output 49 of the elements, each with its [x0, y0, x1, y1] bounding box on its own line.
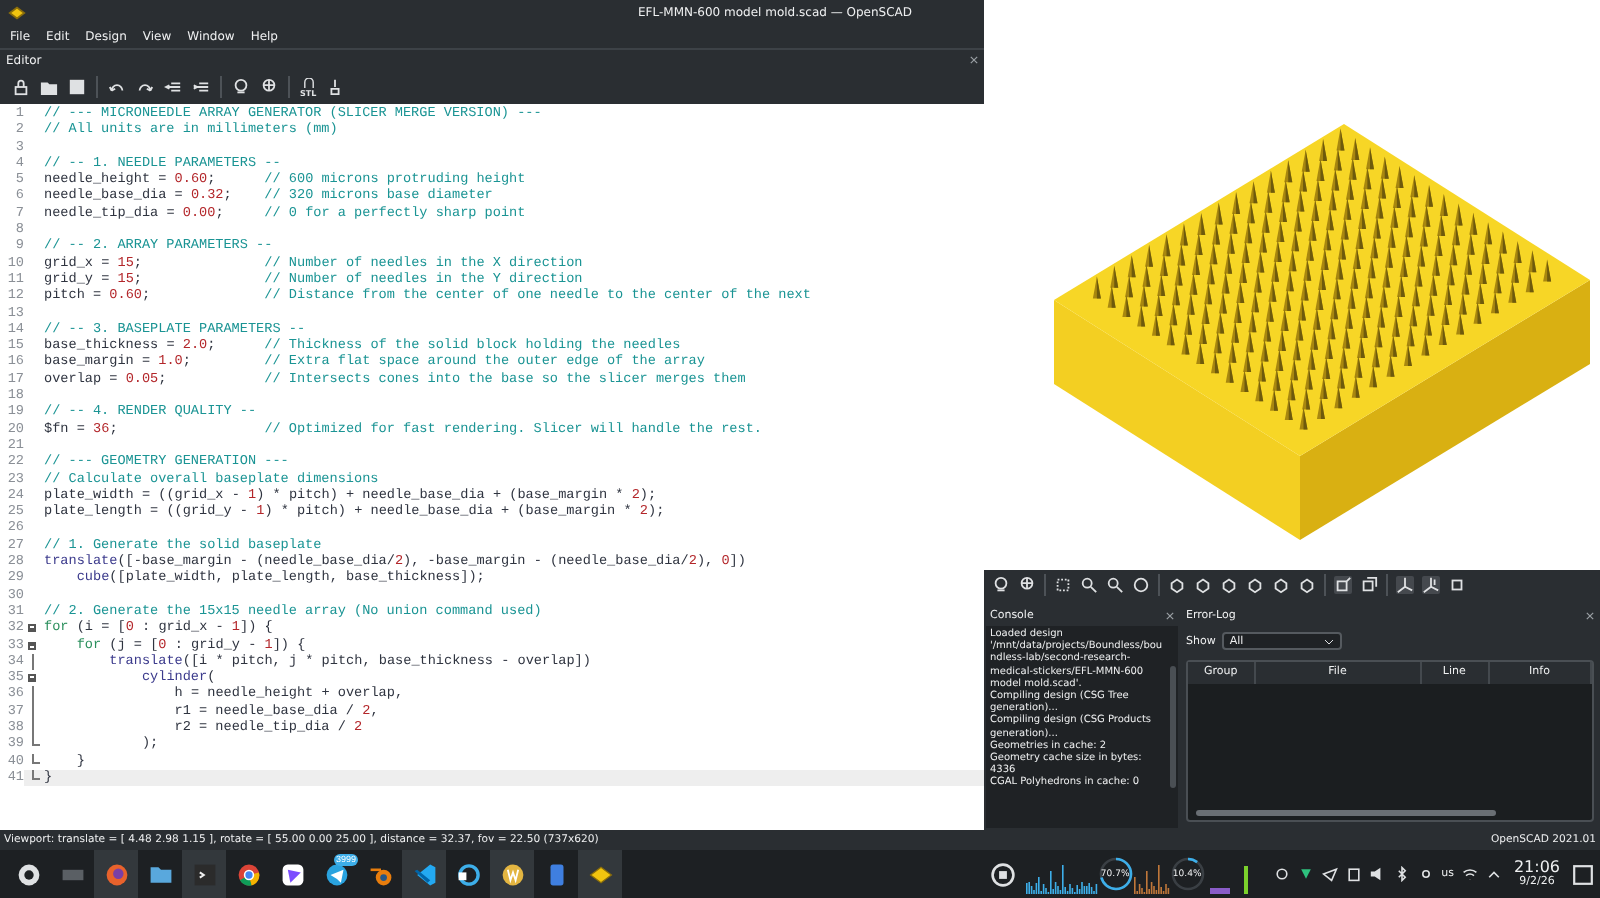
- chevron-up-icon[interactable]: [1485, 866, 1502, 882]
- edges-icon[interactable]: [1448, 576, 1466, 594]
- reset-view-icon[interactable]: [1132, 576, 1150, 594]
- shield-icon[interactable]: [1297, 866, 1314, 882]
- render-icon[interactable]: [1018, 576, 1036, 594]
- render-icon[interactable]: [260, 78, 278, 96]
- undo-icon[interactable]: [108, 78, 126, 96]
- zoom-in-icon[interactable]: [1080, 576, 1098, 594]
- openscad-icon: [587, 861, 613, 887]
- code-editor-icon: [411, 861, 437, 887]
- close-icon[interactable]: [970, 56, 978, 64]
- unindent-icon[interactable]: [164, 78, 182, 96]
- clipboard-icon[interactable]: [1345, 866, 1362, 882]
- globe-icon: [103, 861, 129, 887]
- 3d-viewport[interactable]: [984, 0, 1600, 570]
- save-icon[interactable]: [68, 78, 86, 96]
- scale-markers-icon[interactable]: [1422, 576, 1440, 594]
- indent-icon[interactable]: [192, 78, 210, 96]
- bluetooth-icon[interactable]: [1393, 866, 1410, 882]
- taskbar-app-button[interactable]: [578, 850, 622, 898]
- launcher-icon: [15, 861, 41, 887]
- orthogonal-icon[interactable]: [1360, 576, 1378, 594]
- preview-icon[interactable]: [992, 576, 1010, 594]
- wifi-icon[interactable]: [1461, 866, 1478, 882]
- view-all-icon[interactable]: [1054, 576, 1072, 594]
- taskbar-app-button[interactable]: [490, 850, 534, 898]
- paper-plane-icon: [323, 861, 349, 887]
- preview-icon[interactable]: [232, 78, 250, 96]
- chrome-icon: [235, 861, 261, 887]
- chevron-down-icon: [1323, 637, 1334, 645]
- fold-toggle-icon[interactable]: [28, 674, 36, 683]
- redo-icon[interactable]: [136, 78, 154, 96]
- scrollbar[interactable]: [1170, 666, 1176, 788]
- close-icon[interactable]: [1166, 611, 1174, 619]
- show-desktop-icon[interactable]: [1572, 863, 1594, 885]
- terminal-icon: [191, 861, 217, 887]
- w-logo-icon: [499, 861, 525, 887]
- perspective-icon[interactable]: [1334, 576, 1352, 594]
- axes-icon[interactable]: [1396, 576, 1414, 594]
- scrollbar[interactable]: [1196, 810, 1496, 816]
- zoom-out-icon[interactable]: [1106, 576, 1124, 594]
- folder-icon[interactable]: [40, 78, 58, 96]
- lock-icon[interactable]: [12, 78, 30, 96]
- sync-icon: [455, 861, 481, 887]
- volume-icon[interactable]: [1369, 866, 1386, 882]
- close-icon[interactable]: [1586, 611, 1594, 619]
- media-stop-icon: [990, 861, 1017, 887]
- folder-icon: [147, 861, 173, 887]
- app-logo-icon: [8, 3, 26, 21]
